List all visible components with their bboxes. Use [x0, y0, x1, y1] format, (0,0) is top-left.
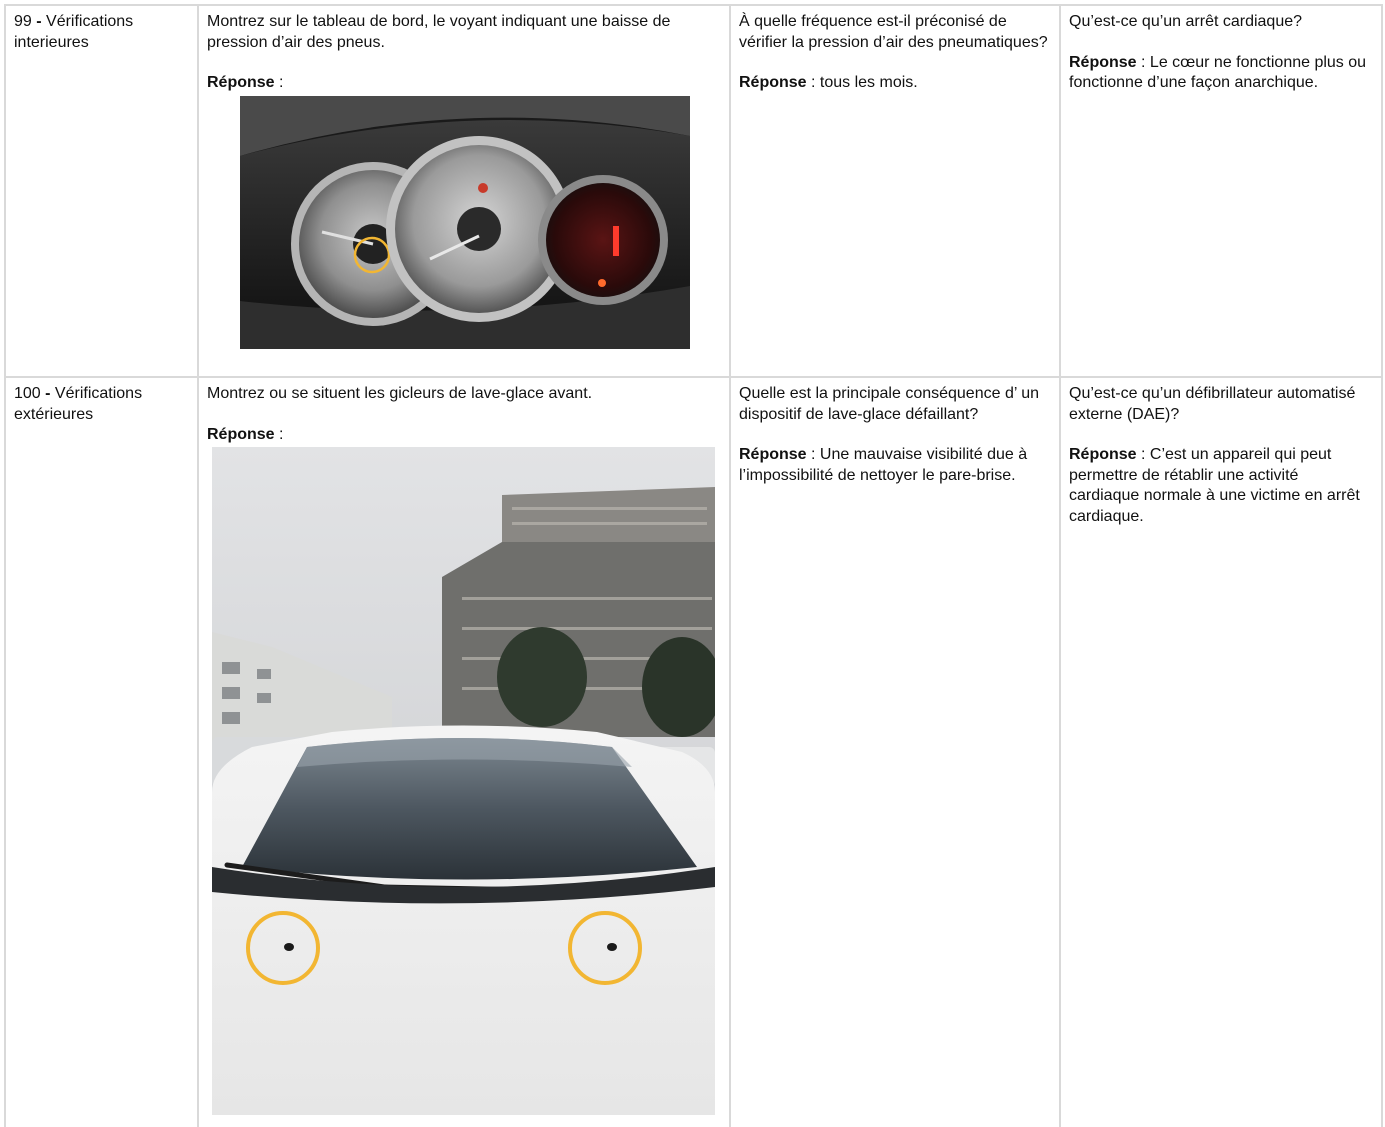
first-aid-cell: Qu’est-ce qu’un arrêt cardiaque? Réponse…	[1059, 6, 1383, 378]
oral-answer: Réponse : Une mauvaise visibilité due à …	[739, 446, 1028, 484]
answer-line: Réponse :	[207, 425, 284, 443]
oral-question-text: Quelle est la principale conséquence d’ …	[739, 385, 1040, 423]
question-text: Montrez sur le tableau de bord, le voyan…	[207, 13, 671, 51]
answer-line: Réponse :	[207, 74, 284, 91]
right-washer-jet	[607, 943, 617, 951]
category-cell: 99 - Vérifications interieures	[4, 6, 197, 378]
oral-answer: Réponse : tous les mois.	[739, 74, 918, 91]
category-title: 100 - Vérifications extérieures	[14, 385, 143, 423]
oral-question-cell: Quelle est la principale conséquence d’ …	[729, 378, 1059, 1127]
table-row: 99 - Vérifications interieures Montrez s…	[4, 4, 1383, 378]
first-aid-answer: Réponse : C’est un appareil qui peut per…	[1069, 446, 1360, 525]
first-aid-answer: Réponse : Le cœur ne fonctionne plus ou …	[1069, 53, 1367, 92]
verification-sheet: 99 - Vérifications interieures Montrez s…	[4, 4, 1383, 1127]
first-aid-question: Qu’est-ce qu’un défibrillateur automatis…	[1069, 385, 1356, 423]
oral-question-cell: À quelle fréquence est-il préconisé de v…	[729, 6, 1059, 378]
question-cell: Montrez sur le tableau de bord, le voyan…	[197, 6, 729, 378]
left-washer-jet	[284, 943, 294, 951]
first-aid-cell: Qu’est-ce qu’un défibrillateur automatis…	[1059, 378, 1383, 1127]
dashboard-photo	[240, 96, 690, 349]
question-text: Montrez ou se situent les gicleurs de la…	[207, 385, 593, 402]
windshield-photo	[212, 447, 715, 1115]
first-aid-question: Qu’est-ce qu’un arrêt cardiaque?	[1069, 13, 1303, 30]
oral-question-text: À quelle fréquence est-il préconisé de v…	[739, 13, 1048, 51]
category-cell: 100 - Vérifications extérieures	[4, 378, 197, 1127]
category-title: 99 - Vérifications interieures	[14, 13, 134, 51]
